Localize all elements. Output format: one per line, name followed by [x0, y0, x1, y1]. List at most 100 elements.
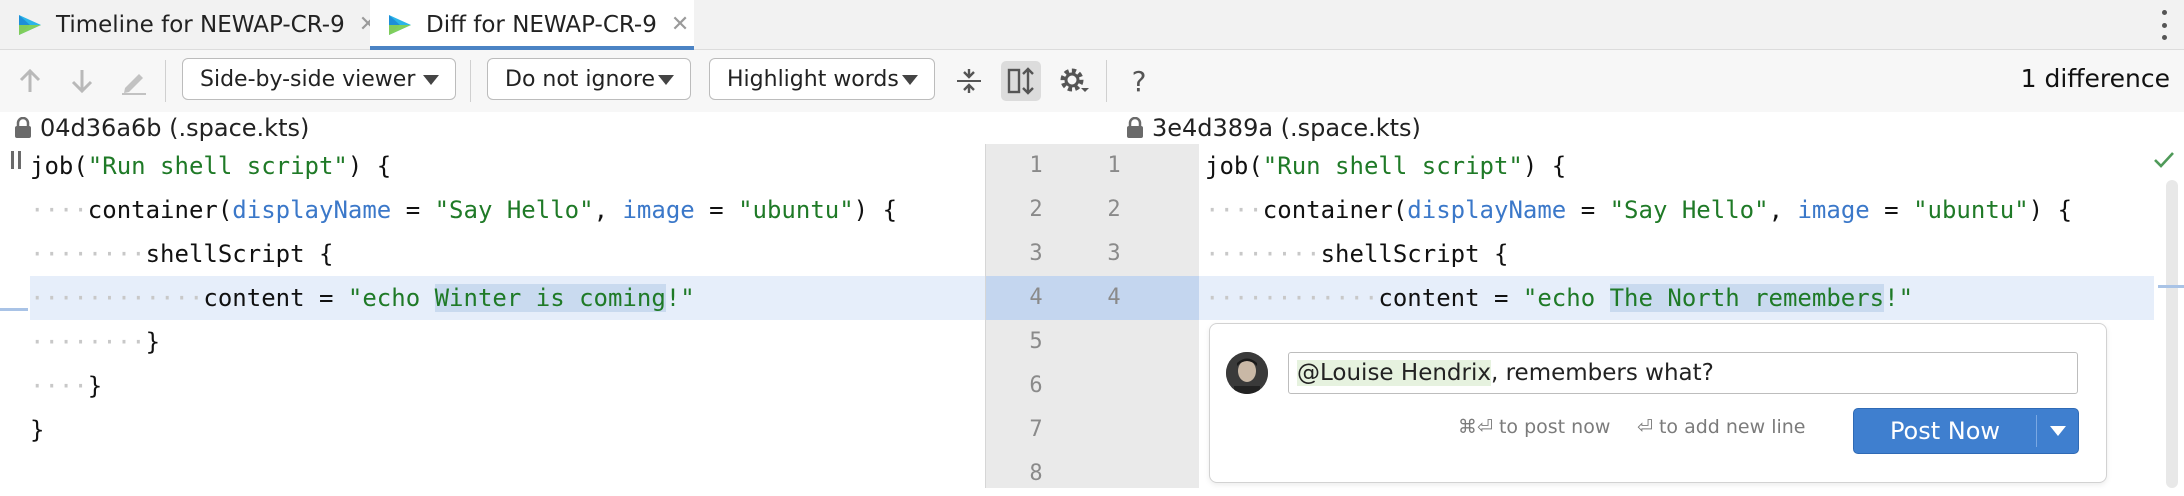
tab-timeline[interactable]: Timeline for NEWAP-CR-9 ✕ [0, 0, 377, 49]
comment-input[interactable]: @Louise Hendrix, remembers what? [1288, 352, 2078, 394]
code-token: displayName [232, 196, 392, 224]
code-token: , [1768, 196, 1798, 224]
chevron-down-icon[interactable] [2050, 426, 2066, 436]
code-token: "Say Hello" [434, 196, 594, 224]
left-line-number: 5 [1029, 329, 1043, 354]
code-line: ····container(displayName = "Say Hello",… [30, 188, 897, 232]
code-line: } [30, 408, 44, 452]
code-token: ) { [347, 152, 392, 180]
edit-icon[interactable] [114, 61, 154, 101]
fold-marker-icon[interactable] [11, 151, 21, 169]
code-token: , [593, 196, 623, 224]
code-token: image [1797, 196, 1870, 224]
code-token: displayName [1407, 196, 1567, 224]
lock-icon [15, 117, 31, 138]
code-token: container( [87, 196, 233, 224]
code-token: job( [30, 152, 88, 180]
arrow-up-icon[interactable] [10, 61, 50, 101]
code-line: job("Run shell script") { [30, 144, 391, 188]
whitespace-indent: ········ [30, 328, 146, 356]
code-line: ············content = "echo The North re… [1205, 276, 1913, 320]
vertical-scrollbar[interactable] [2166, 180, 2178, 488]
code-token: "Run shell script" [87, 152, 348, 180]
right-file-label: 3e4d389a (.space.kts) [1152, 114, 1421, 142]
post-shortcut-hint: ⌘⏎ to post now [1458, 416, 1611, 438]
code-token: } [30, 416, 45, 444]
code-token: } [145, 328, 161, 356]
code-token: shellScript { [145, 240, 334, 268]
code-line: ········shellScript { [1205, 232, 1508, 276]
viewer-mode-label: Side-by-side viewer [200, 66, 416, 92]
arrow-down-icon[interactable] [62, 61, 102, 101]
whitespace-indent: ···· [30, 372, 88, 400]
avatar [1226, 352, 1268, 394]
post-now-button[interactable]: Post Now [1853, 408, 2079, 454]
close-icon[interactable]: ✕ [671, 12, 689, 37]
code-token: content = [203, 284, 348, 312]
code-token: !" [665, 284, 695, 312]
lock-icon [1127, 117, 1143, 138]
code-token: ) { [1522, 152, 1567, 180]
code-token: "echo [347, 284, 435, 312]
viewer-mode-dropdown[interactable]: Side-by-side viewer [182, 58, 456, 100]
left-line-number: 3 [1029, 241, 1043, 266]
newline-shortcut-hint: ⏎ to add new line [1637, 416, 1806, 438]
chevron-down-icon [902, 75, 918, 85]
ignore-mode-dropdown[interactable]: Do not ignore [487, 58, 691, 100]
left-line-number: 2 [1029, 197, 1043, 222]
whitespace-indent: ············ [30, 284, 204, 312]
left-line-number: 1 [1029, 153, 1043, 178]
right-line-number: 3 [1107, 241, 1121, 266]
more-options-icon[interactable] [2160, 10, 2168, 40]
code-token: "Run shell script" [1262, 152, 1523, 180]
checkmark-icon [2154, 152, 2174, 168]
whitespace-indent: ········ [1205, 240, 1321, 268]
highlight-mode-dropdown[interactable]: Highlight words [709, 58, 935, 100]
left-file-header: 04d36a6b (.space.kts) [14, 112, 309, 144]
change-marker [0, 308, 28, 311]
code-token: content = [1378, 284, 1523, 312]
sync-scroll-icon[interactable] [1001, 61, 1041, 101]
button-divider [2036, 415, 2037, 447]
tab-diff[interactable]: Diff for NEWAP-CR-9 ✕ [370, 0, 694, 50]
code-token: = [1869, 196, 1914, 224]
left-line-number: 8 [1029, 461, 1043, 486]
left-line-number: 6 [1029, 373, 1043, 398]
whitespace-indent: ···· [30, 196, 88, 224]
code-token: container( [1262, 196, 1408, 224]
tab-label: Timeline for NEWAP-CR-9 [56, 11, 345, 38]
toolbar-separator [165, 60, 166, 102]
right-line-number: 2 [1107, 197, 1121, 222]
right-file-header: 3e4d389a (.space.kts) [1126, 112, 1421, 144]
collapse-unchanged-icon[interactable] [949, 61, 989, 101]
code-token: shellScript { [1320, 240, 1509, 268]
code-token: "Say Hello" [1609, 196, 1769, 224]
highlight-mode-label: Highlight words [727, 66, 899, 92]
code-token: image [622, 196, 695, 224]
code-token: job( [1205, 152, 1263, 180]
code-line: ············content = "echo Winter is co… [30, 276, 695, 320]
code-line: ········shellScript { [30, 232, 333, 276]
whitespace-indent: ············ [1205, 284, 1379, 312]
comment-text: , remembers what? [1490, 360, 1714, 386]
right-line-number: 4 [1107, 285, 1121, 310]
post-now-label: Post Now [1889, 417, 2001, 445]
gear-icon[interactable] [1053, 61, 1093, 101]
help-icon[interactable]: ? [1119, 61, 1159, 101]
left-editor[interactable]: job("Run shell script") {····container(d… [0, 144, 985, 488]
code-token: = [391, 196, 435, 224]
tab-label: Diff for NEWAP-CR-9 [426, 11, 657, 38]
code-line: ····container(displayName = "Say Hello",… [1205, 188, 2072, 232]
change-marker [2158, 285, 2184, 288]
ignore-mode-label: Do not ignore [505, 66, 655, 92]
left-line-number: 7 [1029, 417, 1043, 442]
toolbar-separator [470, 60, 471, 102]
user-mention[interactable]: @Louise Hendrix [1297, 360, 1491, 386]
code-line: ····} [30, 364, 102, 408]
code-line: ········} [30, 320, 160, 364]
code-token: } [87, 372, 103, 400]
changed-word: Winter is coming [434, 284, 666, 312]
code-token: ) { [853, 196, 898, 224]
chevron-down-icon [658, 75, 674, 85]
right-line-number: 1 [1107, 153, 1121, 178]
